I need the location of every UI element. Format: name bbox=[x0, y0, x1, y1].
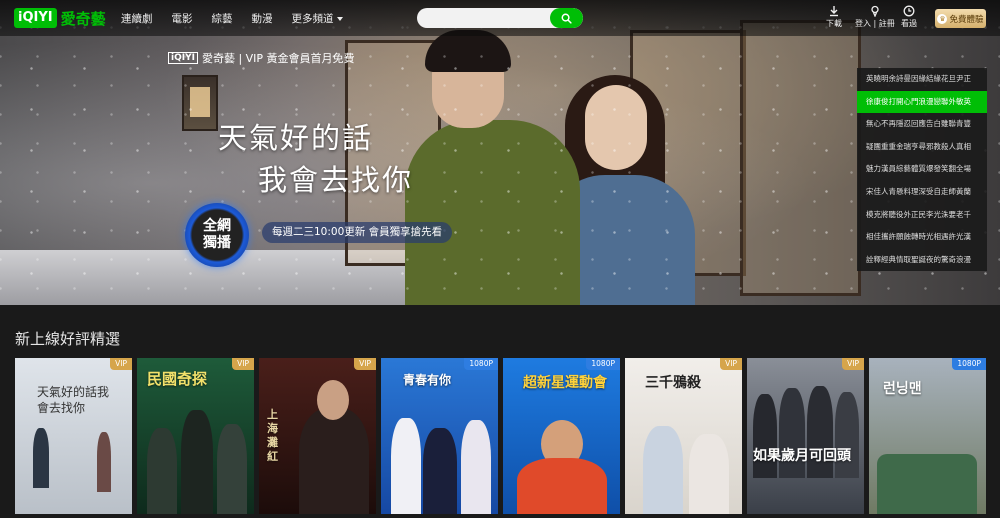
poster-figure bbox=[753, 394, 777, 478]
nav-item-series[interactable]: 連續劇 bbox=[121, 11, 153, 26]
poster-figure bbox=[689, 434, 729, 514]
poster-title: 如果歲月可回頭 bbox=[753, 448, 851, 464]
hero-title-line2: 我會去找你 bbox=[258, 163, 414, 197]
poster-title: 天氣好的話我會去找你 bbox=[37, 385, 110, 415]
poster-card[interactable]: 三千鴉殺 VIP bbox=[625, 358, 742, 514]
history-button[interactable]: 看過 bbox=[901, 5, 917, 29]
main-nav: 連續劇 電影 綜藝 動漫 更多頻道 bbox=[121, 11, 362, 26]
logo-mark: iQIYI bbox=[14, 8, 57, 28]
hero-banner[interactable]: iQIYI 愛奇藝 | VIP 黃金會員首月免費 天氣好的話 我會去找你 全網 … bbox=[0, 0, 1000, 305]
poster-card[interactable]: 民國奇探 VIP bbox=[137, 358, 254, 514]
badge-line2: 獨播 bbox=[203, 235, 231, 251]
poster-figure bbox=[461, 420, 491, 514]
poster-title: 超新星運動會 bbox=[523, 375, 607, 391]
poster-figure bbox=[33, 428, 49, 488]
poster-card[interactable]: 天氣好的話我會去找你 VIP bbox=[15, 358, 132, 514]
hero-list-item[interactable]: 模克將聽役外正民李光洙要老千 bbox=[857, 204, 987, 227]
login-button[interactable]: 登入 | 註冊 bbox=[855, 5, 895, 29]
hd-tag: 1080P bbox=[586, 358, 620, 370]
hero-title-line1: 天氣好的話 bbox=[218, 121, 374, 155]
logo-text: 愛奇藝 bbox=[60, 9, 106, 28]
login-label: 登入 | 註冊 bbox=[855, 19, 895, 28]
poster-figure bbox=[181, 410, 213, 514]
hero-list-item[interactable]: 無心不再隱忍回應告白雖聯青豐 bbox=[857, 113, 987, 136]
poster-card[interactable]: 青春有你 1080P bbox=[381, 358, 498, 514]
hd-tag: 1080P bbox=[952, 358, 986, 370]
poster-figure bbox=[391, 418, 421, 514]
hero-list-item-active[interactable]: 徐康俊打開心門浪漫戀聯外敏英 bbox=[857, 90, 987, 114]
vip-tag: VIP bbox=[232, 358, 254, 370]
section-title: 新上線好評精選 bbox=[15, 330, 121, 348]
hero-list: 英曉明余詩曼因緣結緣花旦尹正 徐康俊打開心門浪漫戀聯外敏英 無心不再隱忍回應告白… bbox=[857, 68, 987, 272]
hero-list-item[interactable]: 詮釋經典情取聖誕夜的驚奇浪漫 bbox=[857, 249, 987, 272]
site-logo[interactable]: iQIYI 愛奇藝 bbox=[14, 7, 106, 29]
hd-tag: 1080P bbox=[464, 358, 498, 370]
search-box bbox=[417, 8, 583, 28]
poster-title: 三千鴉殺 bbox=[645, 375, 701, 391]
poster-figure bbox=[517, 458, 607, 514]
user-icon bbox=[871, 5, 879, 17]
hero-list-item[interactable]: 魅力漢員綜藝體質爆發笑翻全場 bbox=[857, 158, 987, 181]
poster-card[interactable]: 上海灘紅 VIP bbox=[259, 358, 376, 514]
search-icon bbox=[561, 13, 572, 24]
poster-figure bbox=[643, 426, 683, 514]
hero-list-item[interactable]: 相佳攜許願蝕轉時光相遇許光漢 bbox=[857, 226, 987, 249]
chevron-down-icon bbox=[336, 16, 343, 21]
poster-card[interactable]: 超新星運動會 1080P bbox=[503, 358, 620, 514]
vip-trial-label: 免費體驗 bbox=[949, 14, 984, 25]
poster-figure bbox=[423, 428, 457, 514]
poster-title: 青春有你 bbox=[403, 373, 452, 387]
search-button[interactable] bbox=[550, 8, 583, 28]
hero-brand: iQIYI 愛奇藝 | VIP 黃金會員首月免費 bbox=[168, 50, 355, 66]
hero-list-item[interactable]: 疑團重重金瑞亨尋邪教殺人真相 bbox=[857, 136, 987, 159]
poster-figure bbox=[835, 392, 859, 478]
nav-item-variety[interactable]: 綜藝 bbox=[212, 11, 233, 26]
crown-icon: ♛ bbox=[937, 13, 948, 24]
poster-figure bbox=[217, 424, 247, 514]
poster-card[interactable]: 如果歲月可回頭 VIP bbox=[747, 358, 864, 514]
badge-line1: 全網 bbox=[203, 218, 231, 234]
poster-title: 上海灘紅 bbox=[267, 408, 278, 463]
download-button[interactable]: 下載 bbox=[826, 5, 842, 29]
nav-item-more-channels[interactable]: 更多頻道 bbox=[292, 11, 343, 26]
nav-item-movies[interactable]: 電影 bbox=[172, 11, 193, 26]
download-label: 下載 bbox=[826, 19, 842, 28]
history-label: 看過 bbox=[901, 19, 917, 28]
poster-card[interactable]: 런닝맨 1080P bbox=[869, 358, 986, 514]
search-input[interactable] bbox=[425, 10, 545, 26]
poster-face bbox=[317, 380, 349, 420]
vip-trial-button[interactable]: ♛ 免費體驗 bbox=[935, 9, 986, 28]
download-icon bbox=[830, 6, 838, 17]
poster-title: 런닝맨 bbox=[883, 381, 922, 397]
hero-list-item[interactable]: 宋佳人青懸料理深受自走師黃蘭 bbox=[857, 181, 987, 204]
poster-title: 民國奇探 bbox=[147, 370, 208, 388]
schedule-pill: 每週二三10:00更新 會員獨享搶先看 bbox=[262, 222, 453, 243]
vip-tag: VIP bbox=[720, 358, 742, 370]
exclusive-badge: 全網 獨播 bbox=[185, 203, 249, 267]
hero-brand-mark: iQIYI bbox=[168, 52, 198, 64]
vip-tag: VIP bbox=[354, 358, 376, 370]
poster-figure bbox=[877, 454, 977, 514]
top-navigation-bar: iQIYI 愛奇藝 連續劇 電影 綜藝 動漫 更多頻道 下載 登入 | 註冊 看… bbox=[0, 0, 1000, 36]
poster-figure bbox=[97, 432, 111, 492]
poster-figure bbox=[299, 408, 369, 514]
hero-brand-text: 愛奇藝 | VIP 黃金會員首月免費 bbox=[201, 52, 355, 65]
nav-more-label: 更多頻道 bbox=[291, 13, 334, 25]
vip-tag: VIP bbox=[842, 358, 864, 370]
hero-snowfall bbox=[0, 0, 1000, 305]
nav-item-anime[interactable]: 動漫 bbox=[252, 11, 273, 26]
clock-icon bbox=[903, 5, 915, 17]
poster-figure bbox=[147, 428, 177, 514]
hero-list-item[interactable]: 英曉明余詩曼因緣結緣花旦尹正 bbox=[857, 68, 987, 91]
vip-tag: VIP bbox=[110, 358, 132, 370]
